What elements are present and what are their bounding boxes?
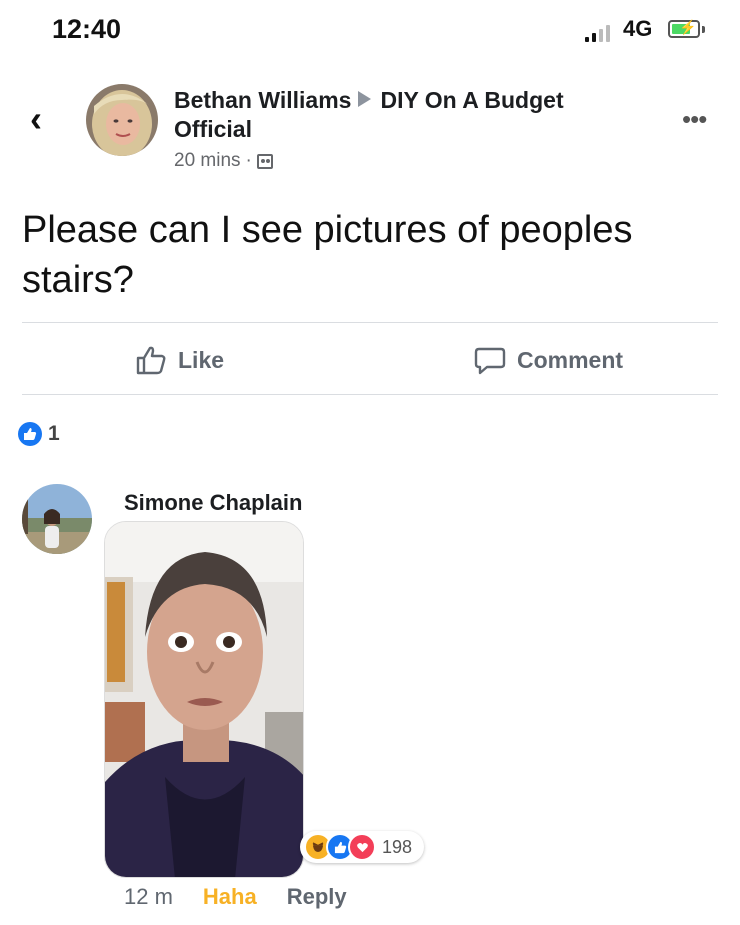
network-type: 4G [623,16,653,41]
post-author-line: Bethan Williams DIY On A Budget Official [174,86,634,144]
divider-bottom [22,394,718,395]
meta-separator: · [245,150,252,171]
shared-to-arrow-icon [358,91,372,107]
like-label: Like [178,346,225,373]
battery-nub [702,26,705,33]
reply-button[interactable]: Reply [287,884,347,910]
post-reactions-summary[interactable]: 1 [18,422,60,446]
haha-reaction-button[interactable]: Haha [203,884,257,910]
author-avatar[interactable] [86,84,158,156]
like-reaction-icon [18,422,42,446]
commenter-avatar[interactable] [22,484,92,554]
post-timestamp[interactable]: 20 mins [174,150,241,171]
post-reaction-count: 1 [48,422,60,445]
like-button[interactable]: Like [135,345,224,375]
comment-label: Comment [517,346,624,373]
comment-button[interactable]: Comment [474,345,623,375]
signal-strength-icon [585,24,615,42]
comment-age[interactable]: 12 m [124,884,173,910]
battery-icon: ⚡ [668,19,700,38]
status-time: 12:40 [52,14,122,44]
thumbs-up-icon [136,346,166,375]
comment-reaction-count: 198 [382,836,413,857]
post-author-name[interactable]: Bethan Williams [174,87,351,113]
commenter-name[interactable]: Simone Chaplain [124,490,302,516]
comment-bubble-icon [474,347,506,375]
comment-reactions-summary[interactable]: 198 [300,831,425,863]
comment-footer: 12 m Haha Reply [124,884,347,910]
love-reaction-icon [348,833,376,861]
post-body-text: Please can I see pictures of peoples sta… [22,209,633,301]
post-meta: 20 mins · [174,150,273,172]
divider-top [22,322,718,323]
group-audience-icon [256,154,273,169]
back-chevron-icon[interactable]: ‹ [30,101,42,137]
comment-photo[interactable] [104,521,304,878]
more-options-icon[interactable]: ••• [682,104,707,135]
